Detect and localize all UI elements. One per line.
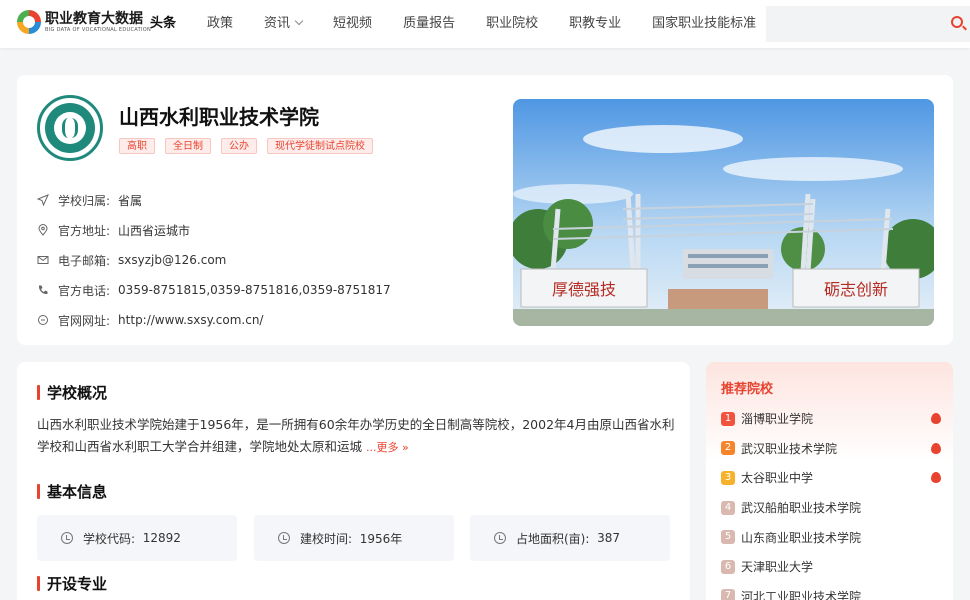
gate-left-motto: 厚德强技 [552,280,616,299]
school-tags: 高职 全日制 公办 现代学徒制试点院校 [119,138,383,154]
tag-apprenticeship: 现代学徒制试点院校 [267,138,373,154]
chevron-down-icon [294,16,304,26]
school-name: 山西水利职业技术学院 [119,105,319,129]
tag-public: 公办 [221,138,257,154]
info-value: 0359-8751815,0359-8751816,0359-8751817 [118,283,391,297]
rank-badge: 5 [721,530,735,545]
nav-schools[interactable]: 职业院校 [486,0,538,48]
link-icon [38,315,48,325]
school-overview-card: 学校概况 山西水利职业技术学院始建于1956年，是一所拥有60余年办学历史的全日… [17,362,690,600]
compass-icon [494,532,506,544]
info-phone: 官方电话: 0359-8751815,0359-8751816,0359-875… [37,275,391,305]
rank-badge: 3 [721,470,735,485]
gate-right-motto: 砺志创新 [824,280,888,299]
nav-headlines[interactable]: 头条 [150,0,176,48]
list-item[interactable]: 5 山东商业职业技术学院 [721,522,941,552]
info-label: 官方电话: [58,283,111,298]
info-value: 山西省运城市 [118,223,191,238]
logo-icon [17,10,41,34]
info-label: 电子邮箱: [58,253,111,268]
nav-short-video[interactable]: 短视频 [333,0,372,48]
overview-text: 山西水利职业技术学院始建于1956年，是一所拥有60余年办学历史的全日制高等院校… [37,417,675,454]
info-label: 官方地址: [58,223,111,238]
nav-skill-standards[interactable]: 国家职业技能标准 [652,0,756,48]
info-address: 官方地址: 山西省运城市 [37,215,391,245]
search-icon[interactable] [951,16,963,28]
mail-icon [37,256,49,264]
rank-badge: 2 [721,441,735,456]
hot-apple-icon [931,413,941,425]
phone-icon [38,285,48,295]
campus-gate-photo: 厚德强技 砺志创新 [513,99,934,326]
rank-badge: 7 [721,589,735,600]
school-link[interactable]: 山东商业职业技术学院 [741,529,861,546]
nav-policy[interactable]: 政策 [207,0,233,48]
stat-area: 占地面积(亩): 387 [470,515,670,561]
list-item[interactable]: 7 河北工业职业技术学院 [721,582,941,600]
location-pin-icon [38,224,48,236]
clock-icon [61,532,73,544]
list-item[interactable]: 1 淄博职业学院 [721,404,941,434]
logo-title: 职业教育大数据 [45,10,143,27]
info-value: 省属 [118,193,143,208]
school-emblem-icon [37,95,103,161]
majors-heading: 开设专业 [37,573,107,594]
hot-apple-icon [931,472,941,484]
info-value: sxsyzjb@126.com [118,253,227,267]
basic-info-heading: 基本信息 [37,481,107,502]
tag-fulltime: 全日制 [165,138,211,154]
info-email: 电子邮箱: sxsyzjb@126.com [37,245,391,275]
search-box [766,6,970,42]
more-link[interactable]: ...更多 » [366,441,409,454]
nav-quality-report[interactable]: 质量报告 [403,0,455,48]
info-website: 官网网址: http://www.sxsy.com.cn/ [37,305,391,335]
nav-news-label: 资讯 [264,16,291,31]
main-nav: 头条 政策 资讯 短视频 质量报告 职业院校 职教专业 国家职业技能标准 [150,0,787,48]
list-item[interactable]: 6 天津职业大学 [721,552,941,582]
info-label: 学校归属: [58,193,111,208]
top-header: 职业教育大数据 BIG DATA OF VOCATIONAL EDUCATION… [0,0,970,48]
school-profile-card: 山西水利职业技术学院 高职 全日制 公办 现代学徒制试点院校 学校归属: 省属 … [17,75,953,345]
school-link[interactable]: 武汉职业技术学院 [741,440,837,457]
school-link[interactable]: 天津职业大学 [741,558,813,575]
school-link[interactable]: 太谷职业中学 [741,469,813,486]
school-link[interactable]: 武汉船舶职业技术学院 [741,499,861,516]
nav-majors[interactable]: 职教专业 [569,0,621,48]
recommended-list: 1 淄博职业学院 2 武汉职业技术学院 3 太谷职业中学 4 武汉船舶职业技术学院 5山… [721,404,941,600]
site-logo[interactable]: 职业教育大数据 BIG DATA OF VOCATIONAL EDUCATION [17,10,151,34]
list-item[interactable]: 4 武汉船舶职业技术学院 [721,493,941,523]
recommended-schools-card: 推荐院校 1 淄博职业学院 2 武汉职业技术学院 3 太谷职业中学 4 武汉船舶职业技术… [706,362,953,600]
search-input[interactable] [766,6,936,42]
tag-level: 高职 [119,138,155,154]
overview-heading: 学校概况 [37,382,107,403]
stat-founded: 建校时间: 1956年 [254,515,454,561]
website-link[interactable]: http://www.sxsy.com.cn/ [118,313,263,327]
school-link[interactable]: 淄博职业学院 [741,410,813,427]
info-label: 官网网址: [58,313,111,328]
list-item[interactable]: 3 太谷职业中学 [721,463,941,493]
rank-badge: 4 [721,500,735,515]
list-item[interactable]: 2 武汉职业技术学院 [721,434,941,464]
navigation-icon [37,194,49,206]
school-link[interactable]: 河北工业职业技术学院 [741,588,861,600]
info-affiliation: 学校归属: 省属 [37,185,391,215]
clock-icon [278,532,290,544]
logo-subtitle: BIG DATA OF VOCATIONAL EDUCATION [45,26,152,33]
stat-school-code: 学校代码: 12892 [37,515,237,561]
rank-badge: 1 [721,411,735,426]
rank-badge: 6 [721,559,735,574]
recommended-title: 推荐院校 [721,382,774,397]
nav-news[interactable]: 资讯 [264,0,304,48]
school-info-list: 学校归属: 省属 官方地址: 山西省运城市 电子邮箱: sxsyzjb@126.… [37,185,391,335]
hot-apple-icon [931,442,941,454]
